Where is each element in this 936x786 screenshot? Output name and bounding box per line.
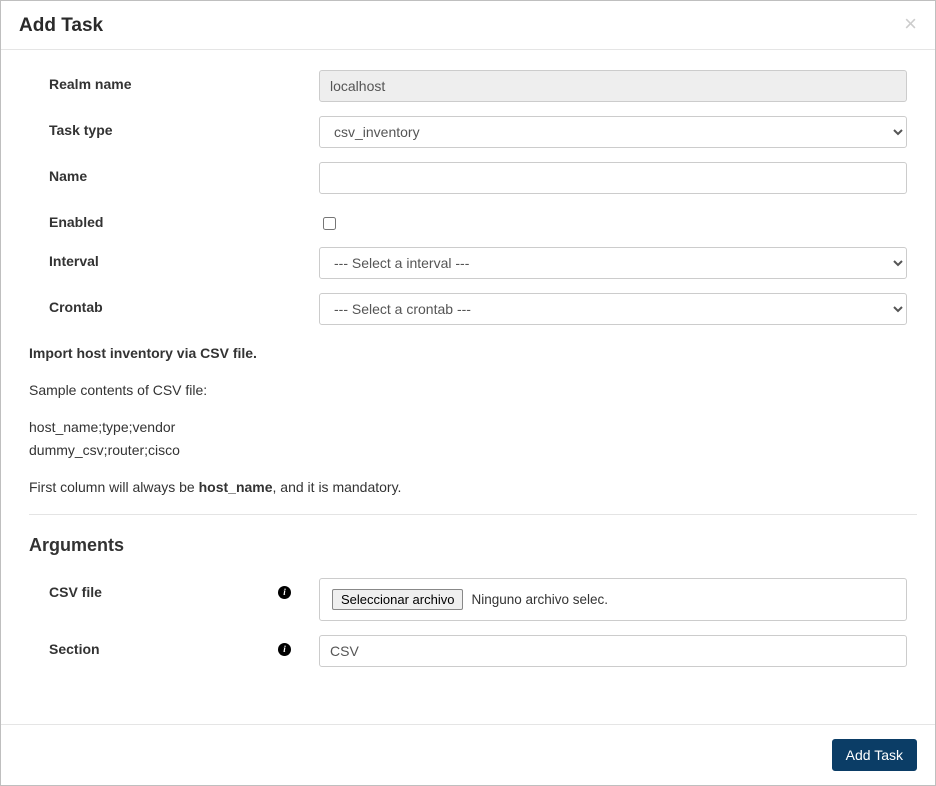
crontab-label: Crontab [29, 293, 319, 315]
name-input[interactable] [319, 162, 907, 194]
row-section: Section i [29, 635, 917, 667]
modal-header: Add Task × [1, 1, 935, 50]
crontab-select[interactable]: --- Select a crontab --- [319, 293, 907, 325]
row-crontab: Crontab --- Select a crontab --- [29, 293, 917, 325]
section-label: Section i [29, 635, 319, 657]
task-description: Import host inventory via CSV file. Samp… [29, 343, 917, 498]
csv-file-input-wrap: Seleccionar archivo Ninguno archivo sele… [319, 578, 907, 621]
row-realm: Realm name [29, 70, 917, 102]
modal-title: Add Task [19, 15, 103, 37]
row-interval: Interval --- Select a interval --- [29, 247, 917, 279]
modal-footer: Add Task [1, 724, 935, 785]
csv-file-label: CSV file i [29, 578, 319, 600]
desc-line2: Sample contents of CSV file: [29, 380, 917, 401]
close-button[interactable]: × [904, 13, 917, 35]
enabled-label: Enabled [29, 208, 319, 230]
desc-line3: First column will always be host_name, a… [29, 477, 917, 498]
task-type-select[interactable]: csv_inventory [319, 116, 907, 148]
desc-sample1: host_name;type;vendor [29, 417, 917, 438]
arguments-heading: Arguments [29, 535, 917, 556]
row-enabled: Enabled [29, 208, 917, 233]
realm-input [319, 70, 907, 102]
row-csv-file: CSV file i Seleccionar archivo Ninguno a… [29, 578, 917, 621]
realm-label: Realm name [29, 70, 319, 92]
submit-add-task-button[interactable]: Add Task [832, 739, 917, 771]
file-status-text: Ninguno archivo selec. [471, 592, 608, 607]
row-name: Name [29, 162, 917, 194]
file-choose-button[interactable]: Seleccionar archivo [332, 589, 463, 610]
desc-sample2: dummy_csv;router;cisco [29, 440, 917, 461]
separator [29, 514, 917, 515]
section-input[interactable] [319, 635, 907, 667]
enabled-checkbox[interactable] [323, 217, 336, 230]
row-task-type: Task type csv_inventory [29, 116, 917, 148]
name-label: Name [29, 162, 319, 184]
add-task-modal: Add Task × Realm name Task type csv_inve… [0, 0, 936, 786]
info-icon[interactable]: i [278, 643, 291, 656]
desc-line1: Import host inventory via CSV file. [29, 343, 917, 364]
modal-body[interactable]: Realm name Task type csv_inventory Name … [1, 50, 935, 724]
task-type-label: Task type [29, 116, 319, 138]
interval-label: Interval [29, 247, 319, 269]
info-icon[interactable]: i [278, 586, 291, 599]
interval-select[interactable]: --- Select a interval --- [319, 247, 907, 279]
